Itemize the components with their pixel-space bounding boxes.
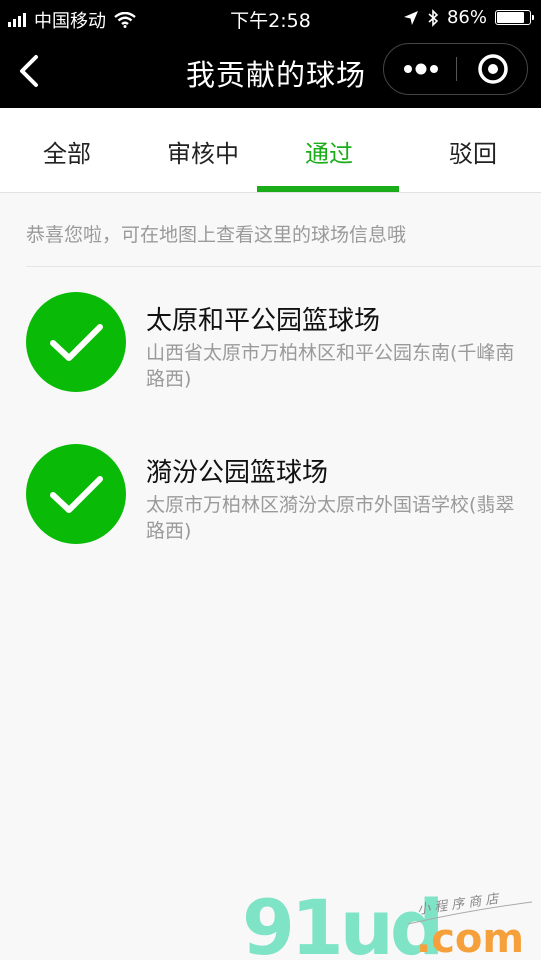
status-bar: 中国移动 下午2:58 86% — [0, 0, 541, 34]
capsule-menu — [383, 43, 528, 95]
page-title: 我贡献的球场 — [185, 58, 366, 92]
approved-check-icon — [26, 444, 126, 544]
battery-icon — [495, 10, 534, 25]
tab-approved[interactable]: 通过 — [288, 134, 370, 169]
back-button[interactable] — [14, 52, 46, 90]
approved-check-icon — [26, 292, 126, 392]
court-address: 山西省太原市万柏林区和平公园东南(千峰南路西) — [146, 342, 515, 390]
nav-bar: 我贡献的球场 — [0, 34, 541, 108]
active-tab-indicator — [257, 186, 399, 192]
target-close-icon — [478, 54, 508, 84]
tab-reviewing[interactable]: 审核中 — [153, 134, 253, 169]
court-name: 太原和平公园篮球场 — [146, 306, 381, 336]
close-miniprogram-button[interactable] — [457, 44, 527, 94]
battery-percent: 86% — [446, 7, 487, 28]
court-list-item[interactable]: 漪汾公园篮球场 太原市万柏林区漪汾太原市外国语学校(翡翠路西) — [0, 444, 541, 554]
location-arrow-icon — [403, 10, 418, 25]
court-name: 漪汾公园篮球场 — [146, 458, 329, 488]
more-button[interactable] — [384, 44, 456, 94]
checkmark-icon — [50, 476, 103, 513]
svg-text:.com: .com — [416, 916, 524, 960]
tab-bar: 全部 审核中 通过 驳回 — [0, 108, 541, 193]
checkmark-icon — [50, 324, 103, 361]
status-right: 86% — [403, 7, 534, 28]
battery-fill — [497, 12, 524, 23]
court-address: 太原市万柏林区漪汾太原市外国语学校(翡翠路西) — [146, 494, 515, 542]
tab-all[interactable]: 全部 — [26, 134, 108, 169]
more-dots-icon — [404, 63, 438, 75]
notice-divider — [26, 266, 541, 267]
tab-rejected[interactable]: 驳回 — [432, 134, 514, 169]
notice-text: 恭喜您啦，可在地图上查看这里的球场信息哦 — [26, 224, 407, 246]
bluetooth-icon — [428, 8, 439, 27]
watermark-logo: 91ud .com 小 程 序 商 店 — [242, 883, 533, 960]
chevron-left-icon — [20, 55, 38, 87]
court-list-item[interactable]: 太原和平公园篮球场 山西省太原市万柏林区和平公园东南(千峰南路西) — [0, 292, 541, 402]
svg-text:91ud: 91ud — [242, 883, 440, 960]
